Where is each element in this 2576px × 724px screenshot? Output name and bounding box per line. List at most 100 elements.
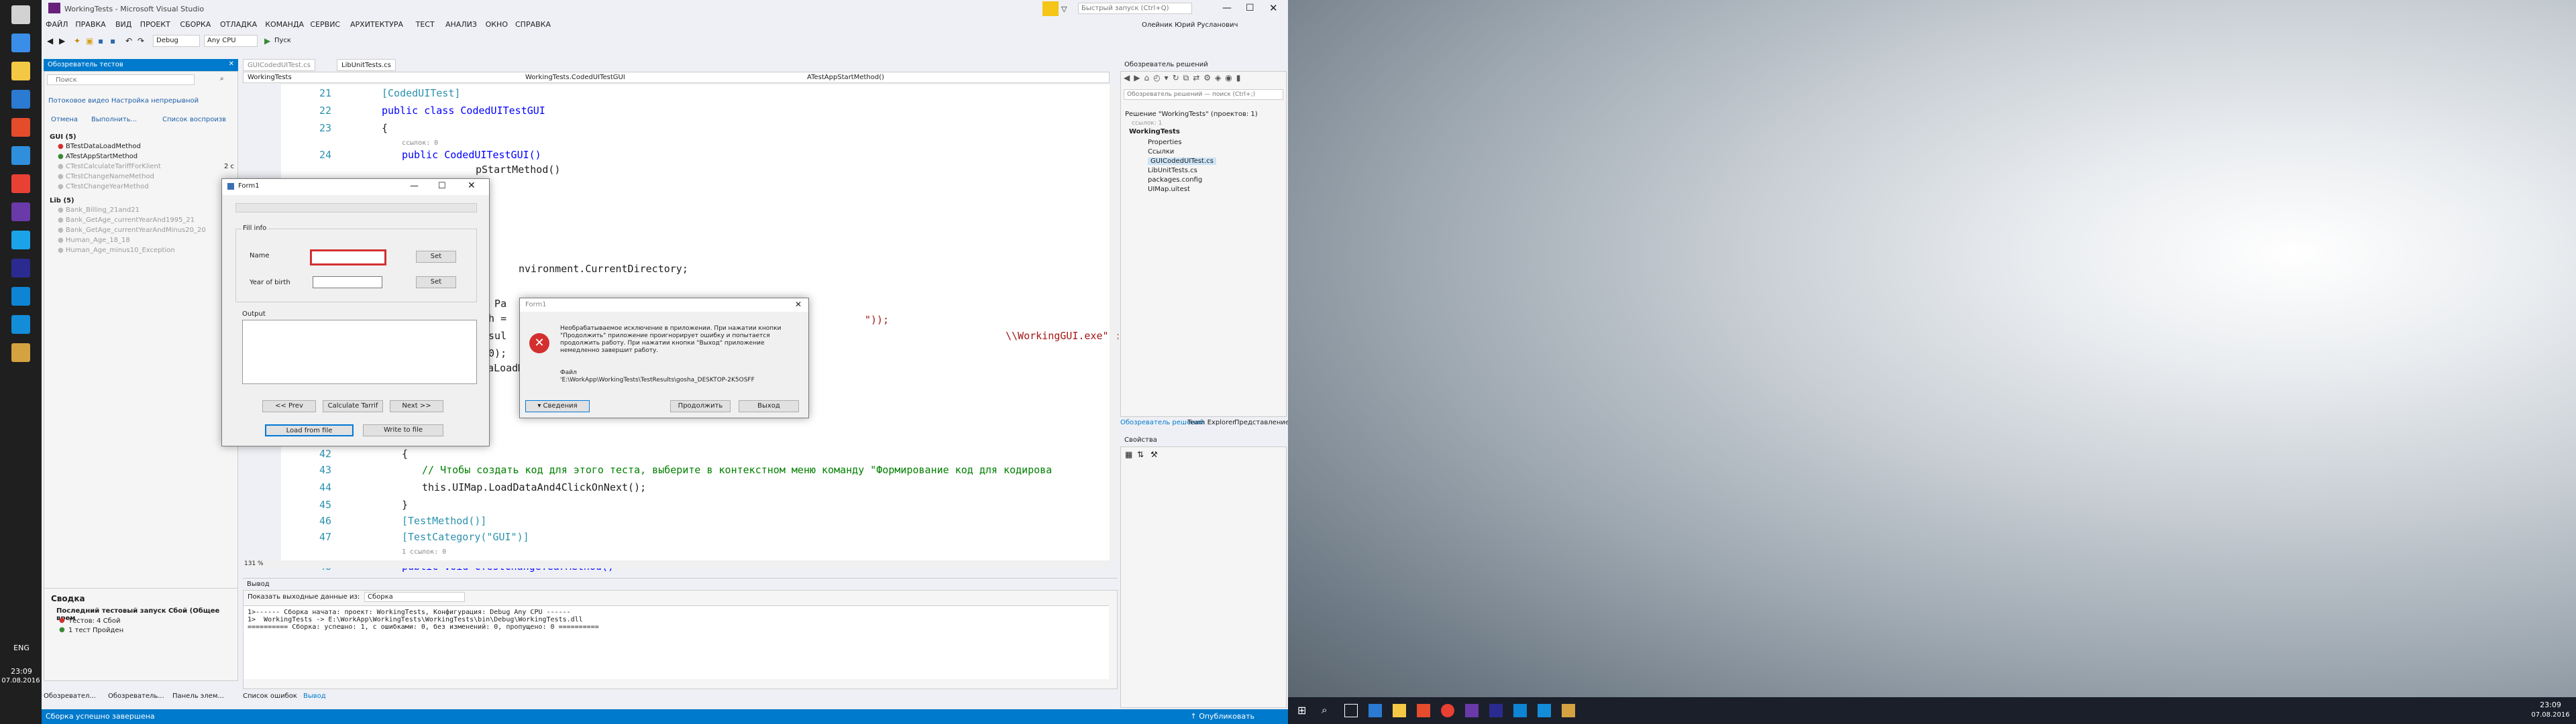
- save-all-icon[interactable]: ▪: [110, 36, 115, 46]
- menu-item[interactable]: КОМАНДА: [265, 20, 304, 29]
- close-panel-icon[interactable]: ✕: [229, 60, 234, 68]
- output-tab[interactable]: Список ошибок: [243, 692, 297, 700]
- form1-close[interactable]: ✕: [468, 180, 476, 191]
- solution-item[interactable]: LibUnitTests.cs: [1148, 167, 1197, 174]
- user-name[interactable]: Олейник Юрий Русланович: [1142, 21, 1238, 29]
- solution-item[interactable]: GUICodedUITest.cs: [1148, 158, 1216, 165]
- stream-link[interactable]: Потоковое видео Настройка непрерывной: [48, 97, 199, 105]
- panel-tab[interactable]: Обозреватель...: [108, 692, 164, 700]
- app-icon-2[interactable]: [11, 287, 30, 306]
- menu-item[interactable]: ФАЙЛ: [46, 20, 68, 29]
- vs-running-icon[interactable]: [11, 343, 30, 362]
- publish-button[interactable]: ↑ Опубликовать: [1190, 712, 1254, 721]
- alphabetical-icon[interactable]: ⇅: [1137, 450, 1144, 459]
- menu-item[interactable]: ПРАВКА: [75, 20, 105, 29]
- cancel-link[interactable]: Отмена: [51, 116, 78, 123]
- load-file-button[interactable]: Load from file: [265, 424, 354, 436]
- app-icon[interactable]: [1513, 704, 1527, 717]
- configuration-select[interactable]: Debug: [153, 35, 200, 47]
- explorer-icon[interactable]: [11, 62, 30, 80]
- solution-root[interactable]: Решение "WorkingTests" (проектов: 1): [1125, 111, 1258, 118]
- skype-icon[interactable]: [11, 231, 30, 249]
- panel-tab[interactable]: Обозревател...: [44, 692, 96, 700]
- test-item[interactable]: ● CTestChangeNameMethod: [58, 173, 154, 180]
- photoshop-icon[interactable]: [11, 259, 30, 278]
- test-item[interactable]: ● Bank_GetAge_currentYearAndMinus20_20: [58, 227, 206, 234]
- open-folder-icon[interactable]: ▣: [86, 36, 93, 46]
- test-group[interactable]: Lib (5): [50, 197, 74, 204]
- skype-icon[interactable]: [1538, 704, 1551, 717]
- solution-item[interactable]: Ссылки: [1148, 148, 1174, 156]
- solution-item[interactable]: packages.config: [1148, 176, 1202, 184]
- tab-lib-tests[interactable]: LibUnitTests.cs: [337, 59, 396, 71]
- quick-launch-input[interactable]: [1078, 3, 1192, 14]
- nav-project[interactable]: WorkingTests: [248, 74, 292, 81]
- forward-icon[interactable]: ▶: [59, 36, 65, 46]
- test-item[interactable]: ● Human_Age_18_18: [58, 237, 130, 244]
- lang-indicator[interactable]: ENG: [7, 644, 36, 652]
- run-link[interactable]: Выполнить...: [91, 116, 137, 123]
- test-item[interactable]: ● CTestCalculateTariffForKlient: [58, 163, 161, 170]
- filter-icon[interactable]: ▽: [1061, 5, 1067, 13]
- tab-gui-test[interactable]: GUICodedUITest.cs: [243, 59, 315, 71]
- test-item[interactable]: ● Bank_GetAge_currentYearAnd1995_21: [58, 217, 195, 224]
- undo-icon[interactable]: ↶: [125, 36, 132, 46]
- menu-item[interactable]: ОТЛАДКА: [220, 20, 257, 29]
- editor-scrollbar-h[interactable]: 131 %: [243, 560, 1110, 568]
- error-close[interactable]: ✕: [795, 300, 802, 309]
- solution-item[interactable]: Properties: [1148, 139, 1182, 146]
- output-source-select[interactable]: Сборка: [364, 592, 465, 602]
- name-input[interactable]: [310, 249, 386, 265]
- output-text[interactable]: 1>------ Сборка начата: проект: WorkingT…: [244, 605, 1109, 679]
- edge-icon[interactable]: [1368, 704, 1382, 717]
- editor-scrollbar-v[interactable]: [1110, 84, 1118, 560]
- notification-flag-icon[interactable]: [1042, 1, 1059, 16]
- project-node[interactable]: WorkingTests: [1129, 128, 1180, 135]
- solution-search-input[interactable]: [1124, 89, 1283, 100]
- prev-button[interactable]: << Prev: [262, 400, 316, 412]
- wrench-icon[interactable]: ⚒: [1150, 450, 1158, 459]
- save-icon[interactable]: ▪: [98, 36, 103, 46]
- test-item[interactable]: ● Bank_Billing_21and21: [58, 206, 140, 214]
- explorer-icon[interactable]: [1393, 704, 1406, 717]
- nav-class[interactable]: WorkingTests.CodedUITestGUI: [525, 74, 625, 81]
- photoshop-icon[interactable]: [1489, 704, 1503, 717]
- solution-item[interactable]: UIMap.uitest: [1148, 186, 1190, 193]
- panel-tab[interactable]: Панель элем...: [172, 692, 224, 700]
- output-tab[interactable]: Вывод: [303, 692, 326, 700]
- vs-running-icon[interactable]: [1562, 704, 1575, 717]
- platform-select[interactable]: Any CPU: [204, 35, 258, 47]
- details-button[interactable]: ▾ Сведения: [525, 400, 590, 412]
- minimize-button[interactable]: —: [1222, 3, 1232, 13]
- test-group[interactable]: GUI (5): [50, 133, 76, 141]
- menu-item[interactable]: СЕРВИС: [310, 20, 340, 29]
- menu-item[interactable]: СПРАВКА: [515, 20, 551, 29]
- chrome-icon[interactable]: [11, 174, 30, 193]
- redo-icon[interactable]: ↷: [138, 36, 144, 46]
- set-name-button[interactable]: Set: [416, 251, 456, 263]
- menu-item[interactable]: СБОРКА: [180, 20, 211, 29]
- visual-studio-icon[interactable]: [1465, 704, 1479, 717]
- solution-tab[interactable]: Представление...: [1234, 419, 1288, 426]
- year-input[interactable]: [313, 276, 382, 288]
- back-icon[interactable]: ◀: [47, 36, 53, 46]
- menu-item[interactable]: АНАЛИЗ: [445, 20, 477, 29]
- menu-item[interactable]: ВИД: [115, 20, 131, 29]
- task-view-icon[interactable]: [1344, 704, 1358, 717]
- solution-toolbar[interactable]: ◀▶⌂◴▾↻⧉⇄⚙◈◉▮: [1124, 73, 1283, 86]
- store-icon[interactable]: [1417, 704, 1430, 717]
- categorized-icon[interactable]: ▦: [1125, 450, 1132, 459]
- menu-item[interactable]: ТЕСТ: [416, 20, 435, 29]
- playlist-link[interactable]: Список воспроизв: [162, 116, 226, 123]
- run-button[interactable]: Пуск: [274, 37, 291, 44]
- windows-start-icon[interactable]: ⊞: [1297, 704, 1311, 717]
- run-icon[interactable]: ▶: [264, 36, 270, 46]
- search-icon[interactable]: [11, 34, 30, 52]
- set-year-button[interactable]: Set: [416, 276, 456, 288]
- test-item[interactable]: ● CTestChangeYearMethod: [58, 183, 149, 190]
- continue-button[interactable]: Продолжить: [670, 400, 731, 412]
- app-icon[interactable]: [11, 146, 30, 165]
- nav-member[interactable]: ATestAppStartMethod(): [807, 74, 884, 81]
- test-search-input[interactable]: [47, 74, 195, 85]
- exit-button[interactable]: Выход: [739, 400, 799, 412]
